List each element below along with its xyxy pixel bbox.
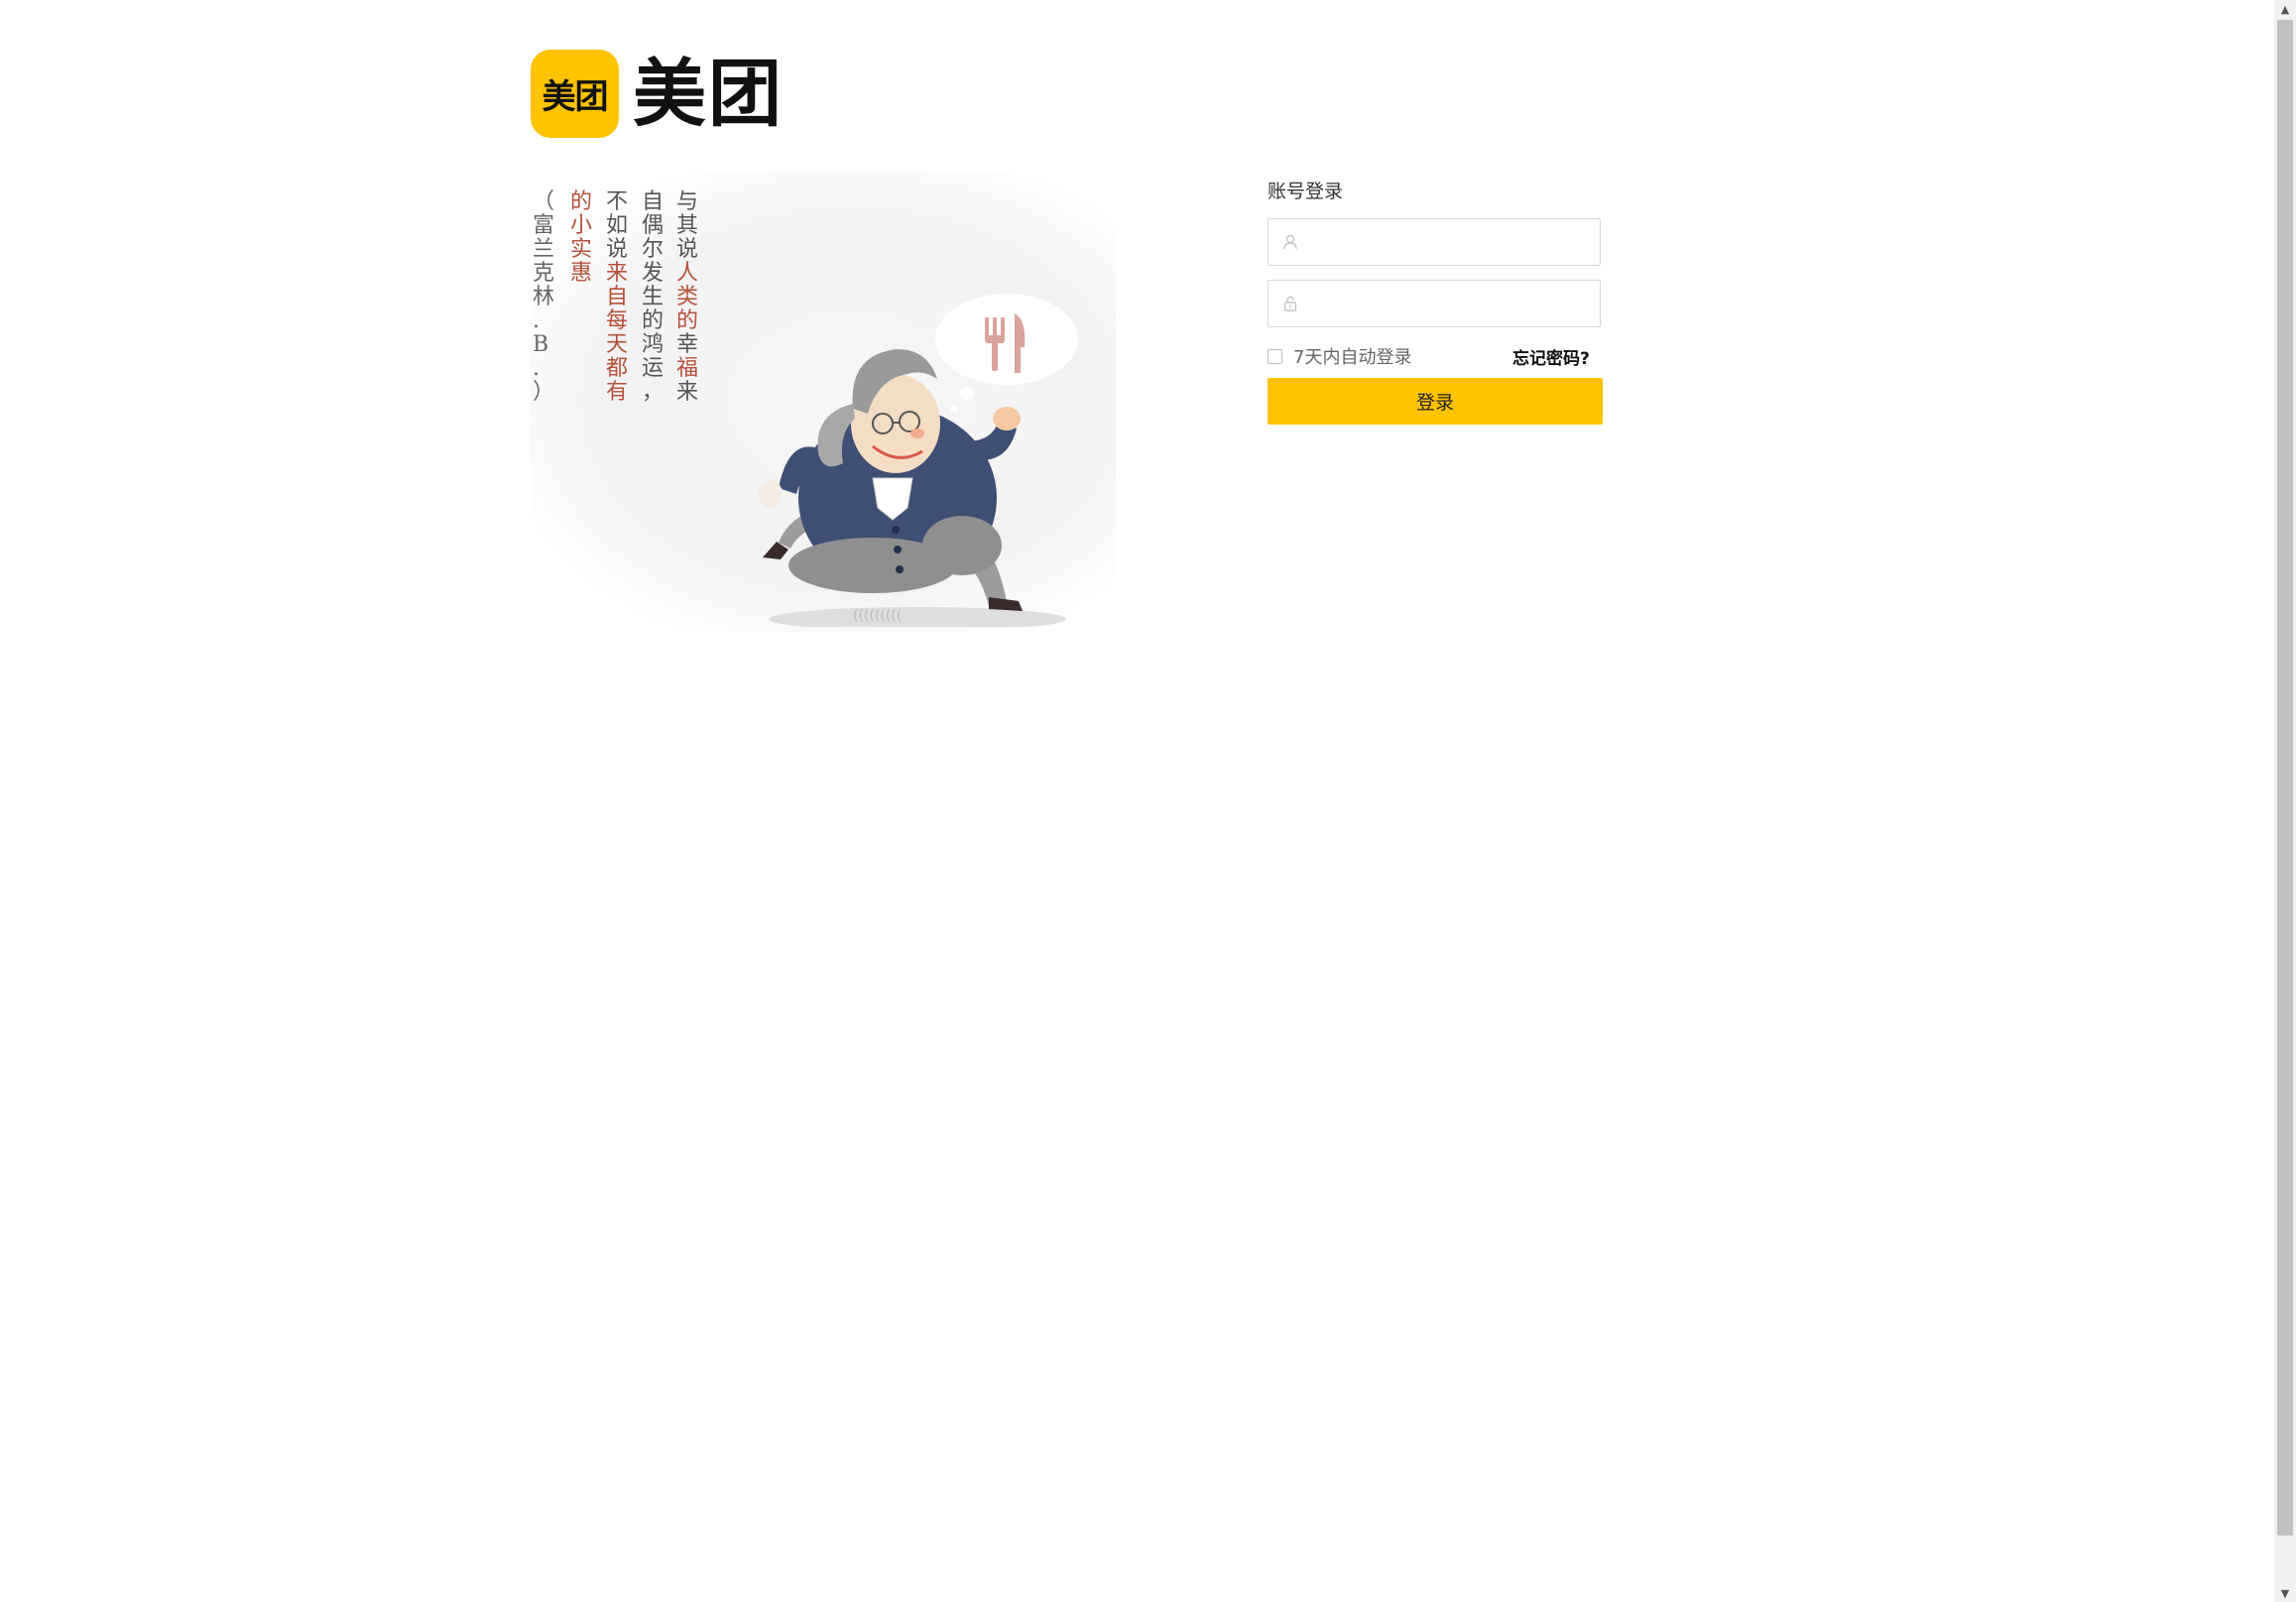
forgot-password-link[interactable]: 忘记密码? bbox=[1512, 344, 1590, 369]
login-button[interactable]: 登录 bbox=[1268, 378, 1603, 425]
auto-login-label: 7天内自动登录 bbox=[1293, 347, 1412, 368]
vertical-scrollbar[interactable]: ▲ ▼ bbox=[2274, 0, 2296, 1602]
username-field[interactable] bbox=[1268, 218, 1601, 266]
password-field[interactable] bbox=[1268, 280, 1601, 327]
account-login-title: 账号登录 bbox=[1268, 181, 1344, 202]
logo-wordmark: 美团 bbox=[633, 51, 784, 137]
user-icon bbox=[1281, 233, 1299, 251]
auto-login-option[interactable]: 7天内自动登录 bbox=[1268, 343, 1411, 369]
logo-badge: 美团 bbox=[531, 50, 619, 138]
running-franklin-figure: ((((((((( bbox=[759, 294, 1078, 627]
poem-attribution: （ 富 兰 克 林 . B . ） bbox=[533, 189, 555, 405]
lock-icon bbox=[1281, 295, 1299, 312]
password-input[interactable] bbox=[1309, 283, 1600, 324]
svg-text:(((((((((: ((((((((( bbox=[853, 608, 902, 624]
meituan-logo[interactable]: 美团 美团 bbox=[531, 50, 784, 138]
poem-column-2: 自 偶 尔 发 生 的 鸿 运 ， bbox=[642, 189, 665, 405]
scroll-up-arrow-icon[interactable]: ▲ bbox=[2274, 0, 2296, 18]
login-page: 美团 美团 与 其 说 人 类 的 幸 福 来 自 偶 尔 发 生 的 鸿 运 … bbox=[0, 0, 2274, 1602]
auto-login-checkbox[interactable] bbox=[1268, 348, 1282, 364]
poem-column-4: 的 小 实 惠 bbox=[570, 189, 593, 286]
username-input[interactable] bbox=[1309, 221, 1600, 263]
scrollbar-thumb[interactable] bbox=[2277, 20, 2293, 1536]
poem-column-3: 不 如 说 来 自 每 天 都 有 bbox=[606, 189, 629, 405]
franklin-illustration: 与 其 说 人 类 的 幸 福 来 自 偶 尔 发 生 的 鸿 运 ， 不 如 … bbox=[531, 171, 1116, 632]
scroll-down-arrow-icon[interactable]: ▼ bbox=[2274, 1584, 2296, 1602]
